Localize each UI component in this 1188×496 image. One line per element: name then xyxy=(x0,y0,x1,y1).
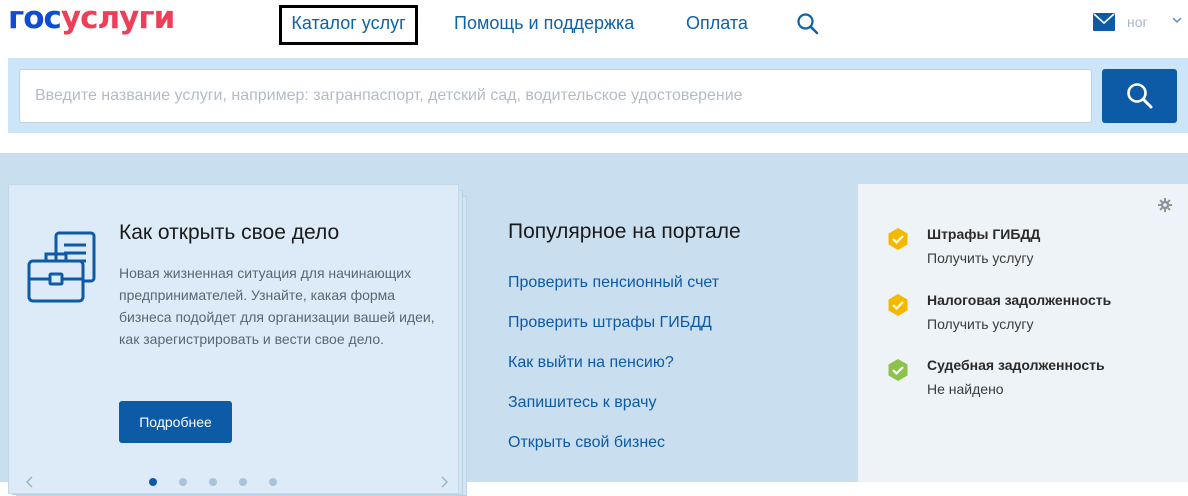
life-situation-card: Как открыть свое дело Новая жизненная си… xyxy=(8,184,459,494)
nav-payment-link[interactable]: Оплата xyxy=(686,12,748,34)
carousel-dots xyxy=(149,478,277,486)
gear-icon[interactable] xyxy=(1158,198,1172,212)
popular-title: Популярное на портале xyxy=(508,220,741,243)
popular-link[interactable]: Запишитесь к врачу xyxy=(508,392,719,432)
carousel-dot[interactable] xyxy=(179,478,187,486)
search-icon[interactable] xyxy=(796,12,820,36)
mail-icon[interactable] xyxy=(1093,13,1115,31)
search-button[interactable] xyxy=(1102,69,1177,123)
chevron-down-icon[interactable] xyxy=(1171,14,1183,26)
carousel-dot[interactable] xyxy=(209,478,217,486)
check-badge-icon xyxy=(888,228,908,250)
status-subtitle: Получить услугу xyxy=(927,250,1034,266)
popular-link[interactable]: Проверить пенсионный счет xyxy=(508,272,719,312)
card-title: Как открыть свое дело xyxy=(119,221,340,244)
carousel-dot[interactable] xyxy=(149,478,157,486)
chevron-left-icon[interactable] xyxy=(23,475,37,489)
service-search-input[interactable] xyxy=(19,69,1092,123)
status-title[interactable]: Налоговая задолженность xyxy=(927,292,1111,308)
popular-link[interactable]: Как выйти на пенсию? xyxy=(508,352,719,392)
search-strip xyxy=(8,58,1188,133)
header: госуслуги Каталог услуг Помощь и поддерж… xyxy=(0,0,1188,50)
status-title[interactable]: Штрафы ГИБДД xyxy=(927,226,1040,242)
logo-part1: гос xyxy=(8,0,62,36)
search-icon xyxy=(1126,83,1152,109)
status-subtitle: Получить услугу xyxy=(927,316,1034,332)
popular-links-list: Проверить пенсионный счет Проверить штра… xyxy=(508,272,719,472)
briefcase-document-icon xyxy=(27,231,96,303)
popular-link[interactable]: Проверить штрафы ГИБДД xyxy=(508,312,719,352)
popular-link[interactable]: Открыть свой бизнес xyxy=(508,432,719,472)
carousel-dot[interactable] xyxy=(269,478,277,486)
user-name-truncated[interactable]: ног xyxy=(1127,14,1148,30)
nav-help-link[interactable]: Помощь и поддержка xyxy=(454,12,634,34)
chevron-right-icon[interactable] xyxy=(437,475,451,489)
more-details-button[interactable]: Подробнее xyxy=(119,401,232,443)
main-content: Как открыть свое дело Новая жизненная си… xyxy=(0,153,1188,496)
gosuslugi-logo[interactable]: госуслуги xyxy=(8,0,175,36)
carousel-dot[interactable] xyxy=(239,478,247,486)
check-badge-icon xyxy=(888,359,908,381)
status-panel: Штрафы ГИБДД Получить услугу Налоговая з… xyxy=(858,184,1188,482)
nav-catalog-link[interactable]: Каталог услуг xyxy=(279,5,418,45)
check-badge-icon xyxy=(888,294,908,316)
status-subtitle: Не найдено xyxy=(927,381,1004,397)
status-title[interactable]: Судебная задолженность xyxy=(927,357,1105,373)
logo-part2: услуги xyxy=(60,0,175,36)
card-description: Новая жизненная ситуация для начинающих … xyxy=(119,265,435,347)
